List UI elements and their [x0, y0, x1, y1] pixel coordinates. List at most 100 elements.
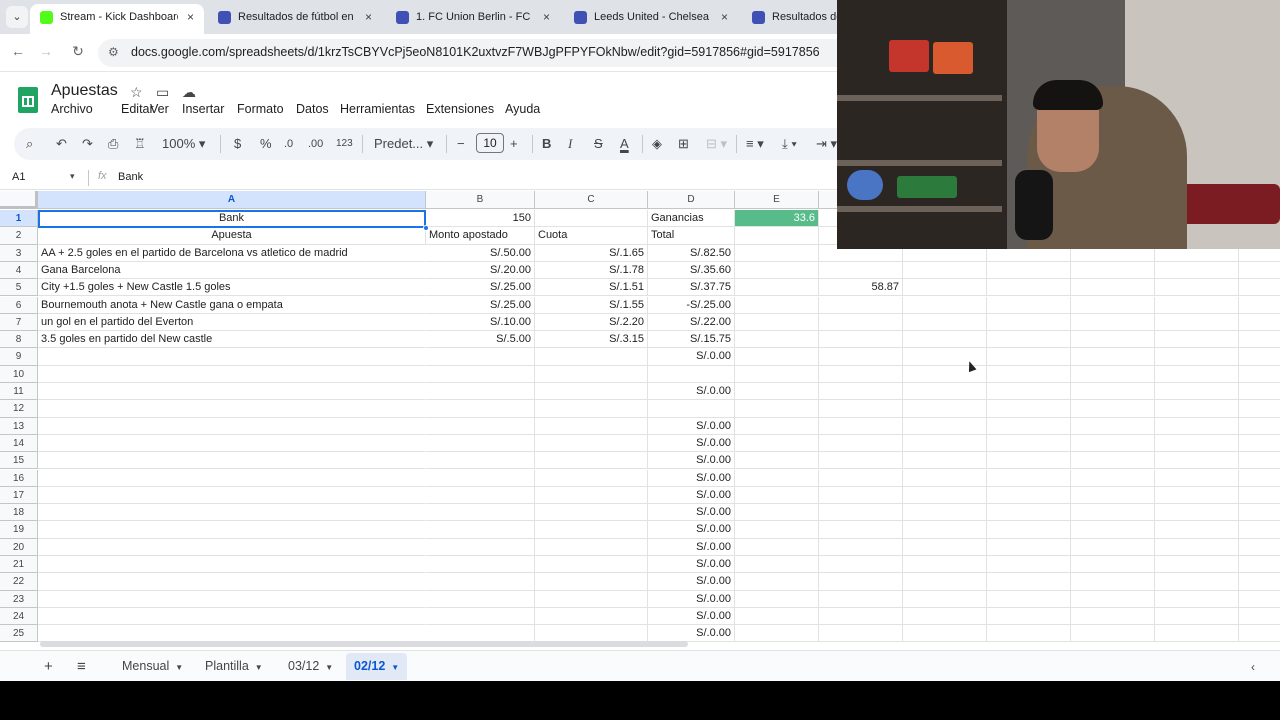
cell[interactable]	[535, 486, 648, 505]
cell[interactable]	[987, 348, 1071, 366]
row-header[interactable]: 6	[0, 296, 38, 314]
fill-color-icon[interactable]: ◈	[652, 134, 662, 154]
cell[interactable]	[426, 365, 535, 383]
row-header[interactable]: 24	[0, 607, 38, 626]
cell[interactable]	[1155, 261, 1239, 280]
cell[interactable]	[1239, 470, 1280, 487]
cell[interactable]: S/.10.00	[426, 313, 535, 332]
sheet-tab[interactable]: Mensual ▼	[114, 653, 191, 680]
sheet-tab[interactable]: Plantilla ▼	[197, 653, 271, 680]
browser-tab[interactable]: Leeds United - Chelsea en ×	[564, 4, 738, 34]
cell[interactable]	[987, 538, 1071, 556]
percent-format-button[interactable]: %	[260, 134, 272, 154]
cell[interactable]	[38, 435, 426, 453]
cell[interactable]	[735, 521, 819, 539]
cell[interactable]	[903, 313, 987, 332]
column-header[interactable]: E	[735, 191, 819, 209]
close-tab-icon[interactable]: ×	[543, 4, 550, 30]
cell[interactable]	[1155, 590, 1239, 608]
cell[interactable]: 58.87	[819, 279, 903, 297]
cell[interactable]	[735, 383, 819, 401]
cell[interactable]	[903, 296, 987, 314]
add-sheet-button[interactable]: +	[44, 658, 53, 675]
cell[interactable]: S/.0.00	[648, 573, 735, 591]
cell[interactable]	[1239, 625, 1280, 643]
cell[interactable]	[735, 417, 819, 435]
borders-icon[interactable]: ⊞	[678, 134, 689, 154]
browser-tab[interactable]: Resultados de fútbol en di ×	[208, 4, 382, 34]
cell[interactable]	[1155, 607, 1239, 626]
currency-format-button[interactable]: $	[234, 134, 241, 154]
cell[interactable]	[1155, 313, 1239, 332]
cell[interactable]	[535, 504, 648, 522]
bold-button[interactable]: B	[542, 134, 551, 154]
cell[interactable]	[1071, 590, 1155, 608]
cell[interactable]	[426, 607, 535, 626]
cell[interactable]	[1155, 573, 1239, 591]
cell[interactable]: Apuesta	[38, 227, 426, 245]
cell[interactable]	[903, 590, 987, 608]
cell[interactable]: AA + 2.5 goles en el partido de Barcelon…	[38, 245, 426, 262]
cell[interactable]: S/.0.00	[648, 417, 735, 435]
italic-button[interactable]: I	[568, 134, 572, 154]
site-info-icon[interactable]: ⚙	[108, 45, 119, 59]
select-all-corner[interactable]	[0, 191, 38, 209]
cell[interactable]	[987, 279, 1071, 297]
cell[interactable]	[987, 261, 1071, 280]
cell[interactable]	[1071, 331, 1155, 349]
cell[interactable]: S/.0.00	[648, 521, 735, 539]
cell[interactable]	[1239, 608, 1280, 626]
menu-editar[interactable]: Editar	[121, 102, 154, 116]
cell[interactable]: S/.82.50	[648, 244, 735, 262]
cell[interactable]	[819, 434, 903, 453]
close-tab-icon[interactable]: ×	[365, 4, 372, 30]
cell[interactable]	[903, 261, 987, 280]
cell[interactable]	[1155, 348, 1239, 366]
cell[interactable]: Cuota	[535, 227, 648, 245]
cell[interactable]	[735, 296, 819, 314]
column-header[interactable]: C	[535, 191, 648, 209]
row-header[interactable]: 22	[0, 573, 38, 591]
back-icon[interactable]: ←	[8, 43, 28, 59]
cell[interactable]	[1155, 538, 1239, 556]
cell[interactable]: S/.0.00	[648, 434, 735, 453]
redo-icon[interactable]: ↷	[82, 134, 93, 154]
cell[interactable]	[903, 279, 987, 297]
name-box[interactable]: A1	[12, 171, 25, 183]
text-wrapping-icon[interactable]: ⇥ ▾	[816, 134, 837, 154]
star-icon[interactable]: ☆	[130, 84, 143, 101]
cell[interactable]	[987, 452, 1071, 470]
row-header[interactable]: 1	[0, 210, 38, 228]
cell[interactable]: Total	[648, 227, 735, 245]
cell[interactable]	[426, 504, 535, 522]
cell[interactable]: S/.0.00	[648, 486, 735, 505]
row-header[interactable]: 8	[0, 331, 38, 349]
cell[interactable]	[987, 313, 1071, 332]
cell[interactable]	[819, 607, 903, 626]
cell[interactable]	[1071, 365, 1155, 383]
cell[interactable]	[1155, 279, 1239, 297]
cell[interactable]	[1071, 469, 1155, 487]
cell[interactable]	[903, 556, 987, 574]
cell[interactable]	[903, 400, 987, 418]
cell[interactable]	[1071, 556, 1155, 574]
cell[interactable]: S/.25.00	[426, 296, 535, 314]
cell[interactable]	[38, 418, 426, 435]
font-family-select[interactable]: Predet... ▾	[374, 134, 433, 154]
cell[interactable]	[38, 348, 426, 366]
cell[interactable]	[426, 434, 535, 453]
cell[interactable]	[38, 521, 426, 539]
row-header[interactable]: 18	[0, 504, 38, 522]
row-header[interactable]: 4	[0, 261, 38, 280]
row-header[interactable]: 21	[0, 556, 38, 574]
cell[interactable]	[735, 486, 819, 505]
cell[interactable]	[735, 331, 819, 349]
cell[interactable]	[987, 521, 1071, 539]
cell[interactable]: un gol en el partido del Everton	[38, 314, 426, 332]
cell[interactable]	[1071, 486, 1155, 505]
cell[interactable]	[1155, 469, 1239, 487]
cell[interactable]	[735, 244, 819, 262]
cell[interactable]	[1239, 504, 1280, 522]
cell[interactable]	[535, 590, 648, 608]
cell[interactable]	[903, 417, 987, 435]
